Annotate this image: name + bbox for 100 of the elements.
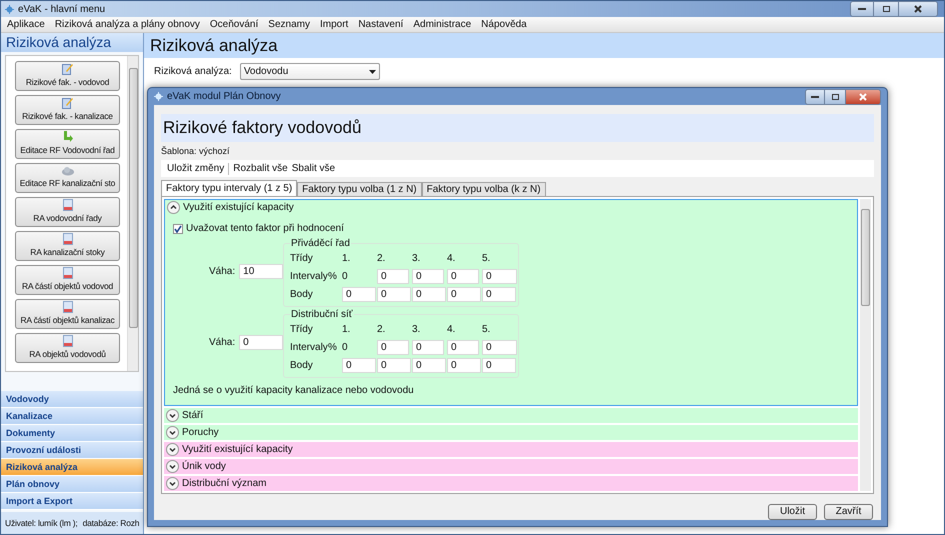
close-button[interactable] (845, 88, 881, 104)
document-icon (62, 233, 72, 246)
nav-item[interactable]: Import a Export (1, 493, 143, 510)
toolbar-button[interactable]: Rozbalit vše (233, 161, 288, 176)
minimize-button[interactable] (805, 88, 825, 104)
app-icon (154, 92, 163, 101)
points-field[interactable]: 0 (447, 286, 481, 302)
document-icon (62, 267, 72, 280)
expand-icon[interactable] (166, 409, 179, 422)
interval-field[interactable]: 0 (447, 340, 479, 354)
minimize-button[interactable] (850, 1, 874, 17)
section-title[interactable]: Využití existující kapacity (182, 442, 293, 457)
maximize-button[interactable] (874, 1, 898, 17)
checkbox-label: Uvažovat tento faktor při hodnocení (186, 222, 344, 236)
close-button[interactable] (898, 1, 938, 17)
sidebar-button[interactable]: Rizikové fak. - vodovod (15, 61, 120, 91)
content-title: Riziková analýza (144, 33, 944, 58)
menu-item[interactable]: Seznamy (268, 17, 310, 32)
edit-note-icon (62, 97, 73, 110)
nav-item[interactable]: Riziková analýza (1, 459, 143, 476)
weight-label: Váha: (209, 336, 236, 350)
interval-field[interactable]: 0 (482, 340, 517, 354)
collapse-icon[interactable] (167, 201, 180, 214)
menu-item[interactable]: Administrace (413, 17, 472, 32)
analysis-select[interactable]: Vodovodu (240, 63, 380, 80)
interval-value: 0 (342, 342, 348, 352)
expand-icon[interactable] (166, 426, 179, 439)
sidebar-button[interactable]: RA částí objektů kanalizac (15, 299, 120, 329)
section-title[interactable]: Využití existující kapacity (183, 200, 294, 215)
cloud-icon (62, 166, 74, 176)
row-label: Intervaly (290, 270, 328, 284)
tab[interactable]: Faktory typu intervaly (1 z 5) (161, 180, 298, 196)
sidebar-button[interactable]: RA objektů vodovodů (15, 333, 120, 363)
sidebar-button[interactable]: Editace RF kanalizační sto (15, 163, 120, 193)
tab[interactable]: Faktory typu volba (k z N) (422, 182, 546, 196)
class-number: 2. (377, 323, 386, 337)
maximize-button[interactable] (825, 88, 845, 104)
toolbar-button[interactable]: Sbalit vše (292, 161, 336, 176)
sidebar-button[interactable]: RA kanalizační stoky (15, 231, 120, 261)
dialog-heading: Rizikové faktory vodovodů (161, 114, 874, 142)
points-field[interactable]: 0 (412, 286, 446, 302)
nav-item[interactable]: Dokumenty (1, 425, 143, 442)
nav-item[interactable]: Provozní události (1, 442, 143, 459)
template-label: Šablona: výchozí (161, 145, 231, 158)
class-number: 4. (447, 252, 456, 266)
interval-field[interactable]: 0 (377, 268, 409, 284)
dialog-button[interactable]: Uložit (768, 504, 817, 520)
points-field[interactable]: 0 (342, 286, 376, 302)
row-label: Třídy (290, 323, 314, 337)
menu-item[interactable]: Riziková analýza a plány obnovy (54, 17, 200, 32)
section-title[interactable]: Stáří (182, 408, 204, 423)
points-field[interactable]: 0 (377, 358, 411, 372)
interval-field[interactable]: 0 (447, 268, 479, 284)
expand-icon[interactable] (166, 443, 179, 456)
dialog-title: eVaK modul Plán Obnovy (167, 90, 281, 104)
sidebar-button[interactable]: RA vodovodní řady (15, 197, 120, 227)
interval-field[interactable]: 0 (377, 340, 409, 354)
menu-item[interactable]: Import (320, 17, 348, 32)
window-title: eVaK - hlavní menu (18, 2, 106, 16)
menu-item[interactable]: Nápověda (481, 17, 527, 32)
section-title[interactable]: Distribuční význam (182, 476, 266, 491)
dialog-button[interactable]: Zavřít (824, 504, 873, 520)
scrollbar[interactable] (127, 56, 138, 371)
sidebar-button[interactable]: Rizikové fak. - kanalizace (15, 95, 120, 125)
app-icon (5, 4, 14, 14)
sidebar-button[interactable]: RA částí objektů vodovod (15, 265, 120, 295)
class-number: 3. (412, 323, 422, 337)
interval-field[interactable]: 0 (482, 268, 517, 284)
section-title[interactable]: Poruchy (182, 425, 219, 440)
document-icon (62, 335, 72, 348)
weight-field[interactable]: 0 (239, 335, 283, 350)
nav-item[interactable]: Plán obnovy (1, 476, 143, 493)
tab[interactable]: Faktory typu volba (1 z N) (297, 182, 422, 196)
toolbar-button[interactable]: Uložit změny (167, 161, 224, 176)
interval-field[interactable]: 0 (412, 268, 444, 284)
arrow-icon (62, 131, 73, 144)
section-title[interactable]: Únik vody (182, 459, 226, 474)
weight-label: Váha: (209, 265, 236, 279)
weight-field[interactable]: 10 (239, 264, 283, 279)
checkbox[interactable] (173, 224, 183, 234)
expand-icon[interactable] (166, 477, 179, 490)
expand-icon[interactable] (166, 460, 179, 473)
scrollbar[interactable] (860, 199, 871, 491)
menu-item[interactable]: Oceňování (210, 17, 258, 32)
percent-label: % (328, 270, 338, 284)
nav-item[interactable]: Vodovody (1, 391, 143, 408)
points-field[interactable]: 0 (482, 358, 516, 372)
sidebar-button[interactable]: Editace RF Vodovodní řad (15, 129, 120, 159)
menu-item[interactable]: Aplikace (7, 17, 45, 32)
row-label: Intervaly (290, 340, 328, 354)
points-field[interactable]: 0 (447, 358, 481, 372)
class-number: 3. (412, 252, 422, 266)
dropdown-arrow-icon (368, 70, 376, 74)
menu-item[interactable]: Nastavení (358, 17, 404, 32)
nav-item[interactable]: Kanalizace (1, 408, 143, 425)
points-field[interactable]: 0 (482, 286, 516, 302)
points-field[interactable]: 0 (342, 358, 376, 372)
points-field[interactable]: 0 (412, 358, 446, 372)
points-field[interactable]: 0 (377, 286, 411, 302)
interval-field[interactable]: 0 (412, 340, 444, 354)
